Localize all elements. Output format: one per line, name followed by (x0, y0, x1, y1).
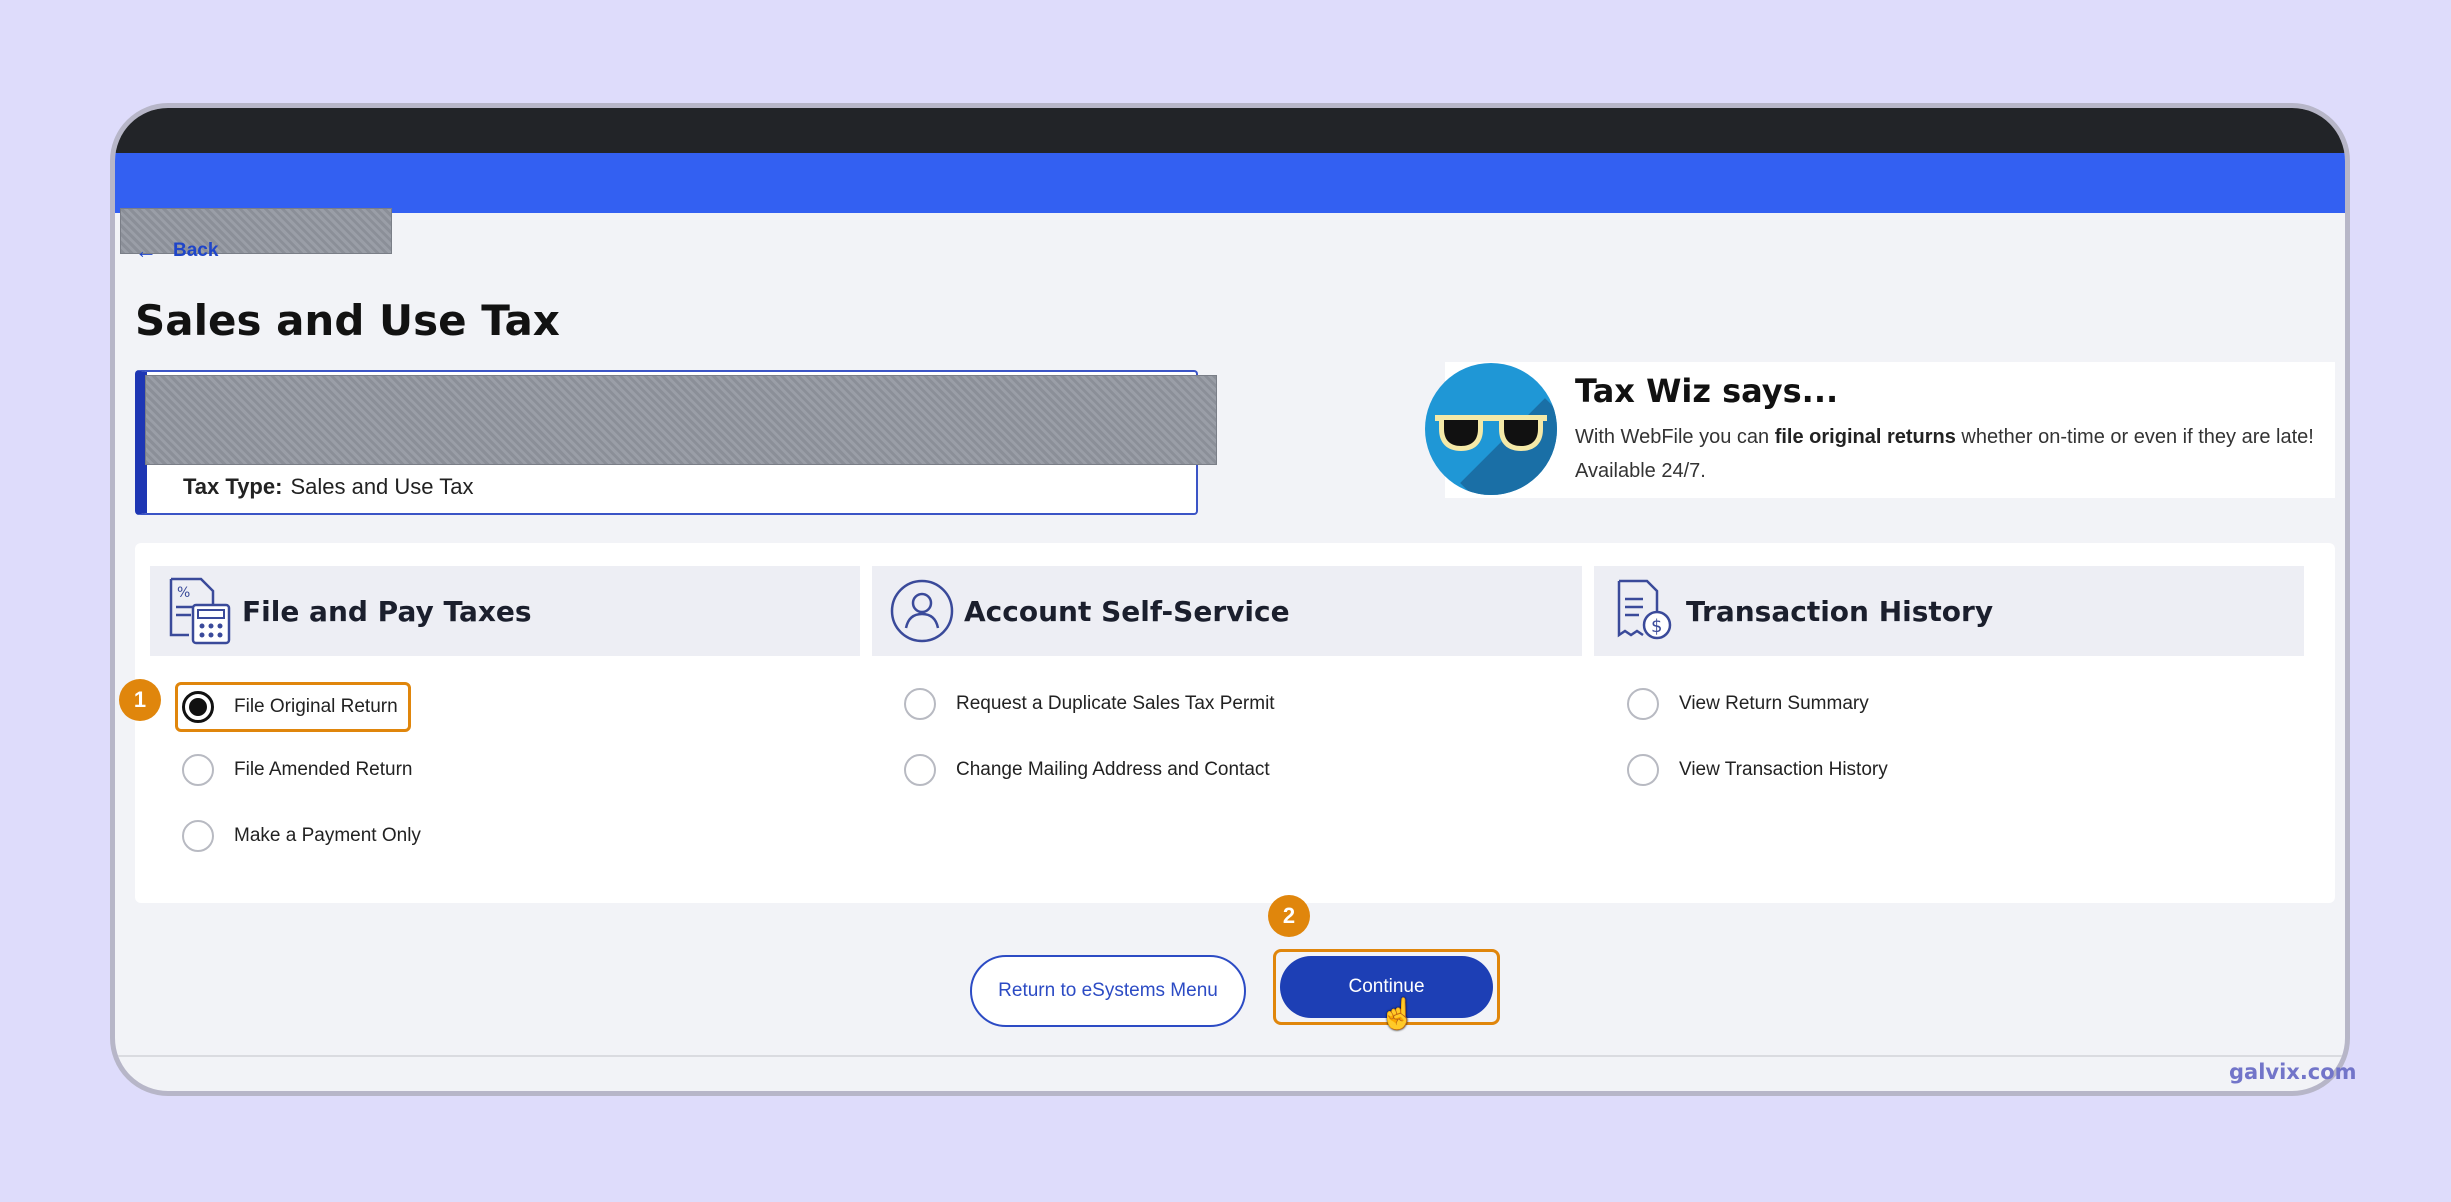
svg-text:$: $ (1651, 616, 1662, 637)
column-heading: Account Self-Service (964, 594, 1290, 628)
tax-type: Tax Type: Sales and Use Tax (183, 474, 473, 500)
option-file-original-return[interactable]: File Original Return (175, 682, 411, 732)
step-badge-1: 1 (119, 679, 161, 721)
tax-wiz-tip: Tax Wiz says... With WebFile you can fil… (1425, 362, 2335, 498)
divider (115, 1055, 2345, 1057)
column-file-and-pay: % File and Pay Taxes (150, 566, 860, 921)
option-label: Change Mailing Address and Contact (956, 759, 1270, 780)
column-transaction-history: $ Transaction History (1594, 566, 2304, 921)
browser-top-bar (115, 108, 2345, 153)
arrow-left-icon: ← (135, 238, 157, 263)
hand-cursor-icon: ☝ (1379, 998, 1417, 1031)
column-header: $ Transaction History (1594, 566, 2304, 656)
calculator-document-icon: % (166, 577, 234, 645)
radio-button[interactable] (182, 754, 214, 786)
radio-button[interactable] (182, 820, 214, 852)
app-window: ← Back Sales and Use Tax Tax Type: Sales … (110, 103, 2350, 1096)
column-account-self-service: Account Self-Service (872, 566, 1582, 921)
option-change-mailing-address[interactable]: Change Mailing Address and Contact (904, 748, 1270, 792)
step-badge-2: 2 (1268, 895, 1310, 937)
option-file-amended-return[interactable]: File Amended Return (182, 748, 413, 792)
tax-wiz-title: Tax Wiz says... (1575, 372, 1839, 410)
column-heading: File and Pay Taxes (242, 594, 532, 628)
option-make-payment-only[interactable]: Make a Payment Only (182, 814, 421, 858)
option-label: File Amended Return (234, 759, 413, 780)
option-view-return-summary[interactable]: View Return Summary (1627, 682, 1869, 726)
tax-type-label: Tax Type: (183, 474, 283, 499)
receipt-dollar-icon: $ (1610, 577, 1678, 645)
radio-button[interactable] (904, 754, 936, 786)
person-icon (888, 577, 956, 645)
tax-wiz-message: With WebFile you can file original retur… (1575, 426, 2314, 482)
redacted-account-details (145, 375, 1217, 465)
option-label: Request a Duplicate Sales Tax Permit (956, 693, 1275, 714)
radio-button[interactable] (182, 691, 214, 723)
svg-text:%: % (177, 585, 190, 601)
option-label: View Transaction History (1679, 759, 1888, 780)
tax-type-value: Sales and Use Tax (290, 474, 474, 499)
radio-button[interactable] (1627, 754, 1659, 786)
site-header (115, 153, 2345, 254)
return-to-esystems-button[interactable]: Return to eSystems Menu (970, 955, 1246, 1027)
radio-button[interactable] (904, 688, 936, 720)
back-link[interactable]: ← Back (135, 238, 218, 264)
column-header: % File and Pay Taxes (150, 566, 860, 656)
option-view-transaction-history[interactable]: View Transaction History (1627, 748, 1888, 792)
column-heading: Transaction History (1686, 594, 1994, 628)
sunglasses-icon (1425, 363, 1557, 495)
option-label: Make a Payment Only (234, 825, 421, 846)
page-title: Sales and Use Tax (135, 296, 560, 345)
column-header: Account Self-Service (872, 566, 1582, 656)
back-label: Back (173, 240, 219, 261)
option-request-duplicate-permit[interactable]: Request a Duplicate Sales Tax Permit (904, 682, 1275, 726)
option-label: View Return Summary (1679, 693, 1869, 714)
option-label: File Original Return (234, 696, 398, 717)
radio-button[interactable] (1627, 688, 1659, 720)
watermark: galvix.com (2229, 1060, 2357, 1084)
